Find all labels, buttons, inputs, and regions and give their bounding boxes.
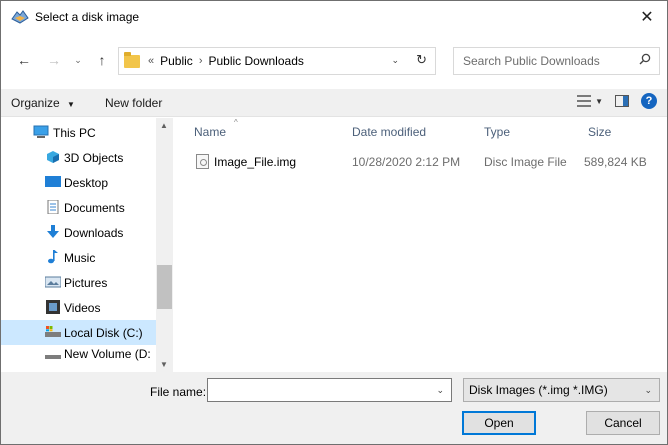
window-title: Select a disk image	[35, 9, 140, 24]
breadcrumb-overflow[interactable]: «	[148, 55, 154, 67]
command-toolbar: Organize ▼ New folder ▼ ?	[1, 89, 667, 117]
file-list: ^ Name Date modified Type Size Image_Fil…	[174, 118, 667, 372]
nav-item-downloads[interactable]: Downloads	[1, 220, 156, 245]
column-size[interactable]: Size	[588, 125, 611, 139]
organize-button[interactable]: Organize ▼	[11, 96, 75, 110]
nav-item-label: Downloads	[64, 226, 124, 240]
forward-button[interactable]: →	[45, 51, 63, 69]
search-input[interactable]	[463, 54, 623, 68]
close-button[interactable]: ✕	[627, 1, 667, 32]
up-button[interactable]: ↑	[93, 51, 111, 69]
file-size: 589,824 KB	[584, 155, 647, 169]
preview-pane-icon[interactable]	[615, 95, 629, 107]
column-date-modified[interactable]: Date modified	[352, 125, 426, 139]
nav-item-label: Videos	[64, 301, 101, 315]
nav-item-videos[interactable]: Videos	[1, 295, 156, 320]
pictures-icon	[45, 276, 61, 288]
recent-locations-button[interactable]: ⌄	[69, 51, 87, 69]
back-button[interactable]: ←	[15, 51, 33, 69]
nav-item-documents[interactable]: Documents	[1, 195, 156, 220]
file-date-modified: 10/28/2020 2:12 PM	[352, 155, 461, 169]
view-caret-down-icon[interactable]: ▼	[595, 97, 603, 106]
videos-icon	[46, 300, 60, 314]
nav-item-this-pc[interactable]: This PC	[1, 120, 156, 145]
navigation-tree: This PC 3D Objects Desktop Documents Dow…	[1, 120, 156, 361]
file-type: Disc Image File	[484, 155, 567, 169]
breadcrumb-item-public-downloads[interactable]: Public Downloads	[208, 54, 303, 68]
file-name-input[interactable]	[211, 379, 431, 401]
file-name-combobox[interactable]: ⌄	[207, 378, 452, 402]
refresh-icon[interactable]: ↻	[416, 52, 427, 68]
organize-label: Organize	[11, 95, 60, 110]
file-dialog: Select a disk image ✕ ← → ⌄ ↑ « Public ›…	[0, 0, 668, 445]
navigation-row: ← → ⌄ ↑ « Public › Public Downloads ⌄ ↻	[1, 45, 667, 79]
breadcrumb: « Public › Public Downloads	[148, 54, 304, 68]
nav-item-pictures[interactable]: Pictures	[1, 270, 156, 295]
address-bar[interactable]: « Public › Public Downloads ⌄ ↻	[118, 47, 436, 75]
file-type-filter-value: Disk Images (*.img *.IMG)	[469, 383, 608, 397]
scrollbar-thumb[interactable]	[157, 265, 172, 309]
nav-item-label: 3D Objects	[64, 151, 124, 165]
address-dropdown-icon[interactable]: ⌄	[391, 55, 399, 66]
scroll-up-icon[interactable]: ▲	[160, 121, 168, 130]
nav-item-label: This PC	[53, 126, 96, 140]
virtualbox-app-icon	[11, 9, 29, 24]
column-type[interactable]: Type	[484, 125, 510, 139]
folder-icon	[124, 51, 140, 68]
nav-item-label: Music	[64, 251, 96, 265]
navigation-pane: This PC 3D Objects Desktop Documents Dow…	[1, 118, 173, 372]
filter-dropdown-icon[interactable]: ⌄	[644, 385, 652, 396]
scroll-down-icon[interactable]: ▼	[160, 360, 168, 369]
dialog-footer: File name: ⌄ Disk Images (*.img *.IMG) ⌄…	[1, 372, 667, 444]
downloads-icon	[47, 225, 59, 238]
file-name-dropdown-icon[interactable]: ⌄	[436, 385, 444, 396]
file-type-filter[interactable]: Disk Images (*.img *.IMG) ⌄	[463, 378, 660, 402]
desktop-icon	[45, 176, 61, 187]
title-bar: Select a disk image ✕	[1, 1, 667, 32]
change-view-icon[interactable]	[577, 95, 592, 107]
up-arrow-icon: ↑	[98, 52, 106, 68]
back-arrow-icon: ←	[17, 52, 31, 68]
toolbar-right-group: ▼ ?	[577, 93, 657, 109]
nav-item-new-volume-d[interactable]: New Volume (D:	[1, 345, 156, 361]
local-disk-icon	[45, 326, 61, 337]
drive-icon	[45, 355, 61, 359]
nav-item-music[interactable]: Music	[1, 245, 156, 270]
music-icon	[48, 250, 58, 264]
nav-item-label: Documents	[64, 201, 125, 215]
cancel-button[interactable]: Cancel	[586, 411, 660, 435]
new-folder-button[interactable]: New folder	[105, 96, 162, 110]
chevron-down-icon: ⌄	[74, 54, 82, 65]
search-box[interactable]	[453, 47, 660, 75]
nav-item-3d-objects[interactable]: 3D Objects	[1, 145, 156, 170]
close-icon: ✕	[640, 8, 654, 26]
file-name: Image_File.img	[214, 155, 297, 169]
nav-item-label: Desktop	[64, 176, 109, 190]
sort-ascending-icon: ^	[234, 118, 238, 127]
disc-image-file-icon	[196, 154, 209, 169]
help-icon[interactable]: ?	[641, 93, 657, 109]
search-icon[interactable]	[639, 53, 651, 65]
column-header: ^ Name Date modified Type Size	[174, 118, 667, 144]
forward-arrow-icon: →	[47, 52, 61, 68]
nav-item-local-disk-c[interactable]: Local Disk (C:)	[1, 320, 156, 345]
column-name[interactable]: Name	[194, 125, 226, 139]
breadcrumb-item-public[interactable]: Public	[160, 54, 193, 68]
file-name-label: File name:	[150, 385, 207, 399]
file-row[interactable]: Image_File.img 10/28/2020 2:12 PM Disc I…	[174, 151, 667, 173]
nav-item-label: New Volume (D:	[64, 347, 151, 361]
caret-down-icon: ▼	[67, 99, 75, 109]
open-button[interactable]: Open	[462, 411, 536, 435]
documents-icon	[47, 200, 59, 214]
computer-icon	[33, 125, 49, 138]
navigation-scrollbar[interactable]: ▲ ▼	[156, 118, 173, 372]
nav-item-desktop[interactable]: Desktop	[1, 170, 156, 195]
nav-item-label: Local Disk (C:)	[64, 326, 143, 340]
breadcrumb-separator[interactable]: ›	[199, 55, 203, 67]
3d-objects-icon	[47, 151, 59, 163]
nav-item-label: Pictures	[64, 276, 108, 290]
